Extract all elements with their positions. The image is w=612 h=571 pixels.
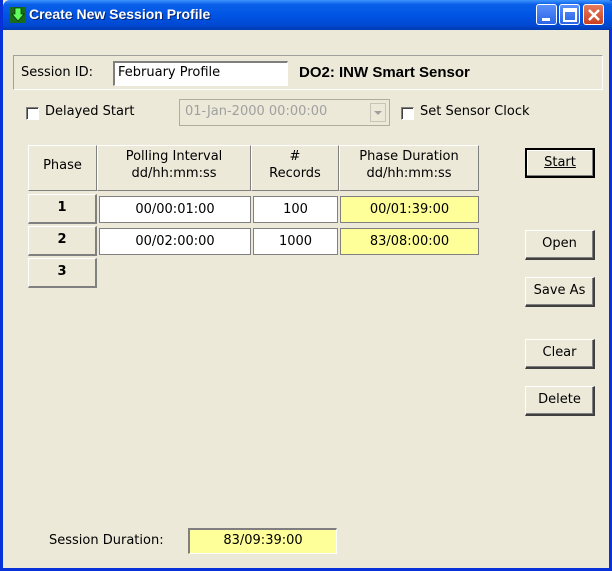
window-title: Create New Session Profile xyxy=(29,6,211,22)
close-button[interactable] xyxy=(583,4,604,25)
clear-button[interactable]: Clear xyxy=(525,339,595,369)
header-duration-title: Phase Duration xyxy=(359,149,459,164)
save-as-label: Save As xyxy=(533,283,586,298)
delayed-start-label[interactable]: Delayed Start xyxy=(45,104,134,119)
maximize-icon xyxy=(563,8,577,22)
polling-interval-cell[interactable]: 00/02:00:00 xyxy=(99,228,251,255)
phase-duration-cell: 83/08:00:00 xyxy=(340,228,479,255)
download-arrow-icon xyxy=(10,7,26,23)
header-phase: Phase xyxy=(28,145,97,191)
phase-duration-cell: 00/01:39:00 xyxy=(340,196,479,223)
session-profile-window: Create New Session Profile Session ID: F… xyxy=(0,0,612,571)
start-date-dropdown-button[interactable] xyxy=(370,103,386,122)
minimize-button[interactable] xyxy=(536,4,557,25)
session-id-label: Session ID: xyxy=(21,65,93,80)
title-bar[interactable]: Create New Session Profile xyxy=(3,0,612,30)
delayed-start-checkbox[interactable] xyxy=(26,107,39,120)
header-phase-duration: Phase Duration dd/hh:mm:ss xyxy=(339,145,479,191)
start-button[interactable]: Start xyxy=(525,148,595,178)
open-button[interactable]: Open xyxy=(525,230,595,260)
session-id-input[interactable]: February Profile xyxy=(113,61,288,86)
header-polling-format: dd/hh:mm:ss xyxy=(131,166,217,181)
start-label: Start xyxy=(544,155,576,170)
header-records-title: Records xyxy=(269,166,321,181)
chevron-down-icon xyxy=(374,111,382,115)
set-sensor-clock-label[interactable]: Set Sensor Clock xyxy=(420,104,530,119)
delete-button[interactable]: Delete xyxy=(525,386,595,416)
sensor-name: DO2: INW Smart Sensor xyxy=(299,64,470,81)
header-records: # Records xyxy=(251,145,339,191)
start-date-picker[interactable]: 01-Jan-2000 00:00:00 xyxy=(179,99,390,126)
records-cell[interactable]: 100 xyxy=(253,196,338,223)
header-polling-title: Polling Interval xyxy=(125,149,223,164)
clear-label: Clear xyxy=(542,345,577,360)
polling-interval-cell[interactable]: 00/00:01:00 xyxy=(99,196,251,223)
delete-label: Delete xyxy=(538,392,581,407)
row-header-phase-3[interactable]: 3 xyxy=(28,258,97,288)
header-polling-interval: Polling Interval dd/hh:mm:ss xyxy=(97,145,251,191)
records-cell[interactable]: 1000 xyxy=(253,228,338,255)
open-label: Open xyxy=(542,236,577,251)
close-icon xyxy=(588,9,600,21)
minimize-icon xyxy=(542,18,550,21)
row-header-phase-1[interactable]: 1 xyxy=(28,194,97,224)
session-duration-field: 83/09:39:00 xyxy=(188,528,337,554)
set-sensor-clock-checkbox[interactable] xyxy=(401,107,414,120)
maximize-button[interactable] xyxy=(559,4,580,25)
row-header-phase-2[interactable]: 2 xyxy=(28,226,97,256)
session-duration-label: Session Duration: xyxy=(49,533,164,548)
header-duration-format: dd/hh:mm:ss xyxy=(366,166,452,181)
header-records-symbol: # xyxy=(289,149,301,164)
save-as-button[interactable]: Save As xyxy=(525,277,595,307)
